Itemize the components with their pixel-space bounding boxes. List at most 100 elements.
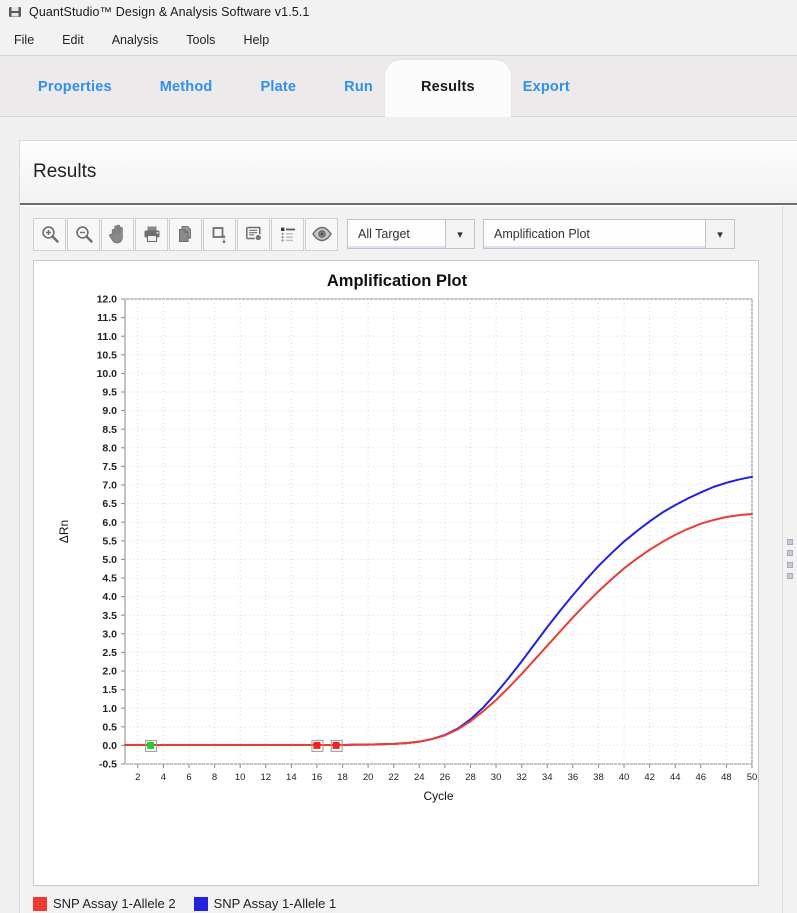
chart-legend: SNP Assay 1-Allele 2 SNP Assay 1-Allele …: [33, 896, 797, 911]
target-select-value: All Target: [358, 227, 410, 241]
application-window: QuantStudio™ Design & Analysis Software …: [0, 0, 797, 913]
y-tick-label: -0.5: [99, 759, 117, 771]
x-tick-label: 24: [414, 772, 425, 783]
tab-properties[interactable]: Properties: [14, 56, 136, 117]
x-tick-label: 38: [593, 772, 604, 783]
plot-type-select[interactable]: Amplification Plot ▾: [483, 219, 735, 249]
y-tick-label: 8.5: [102, 424, 117, 436]
y-tick-label: 4.5: [102, 573, 117, 585]
y-tick-label: 3.0: [102, 628, 117, 640]
panel-body: All Target ▾ Amplification Plot ▾ ‹ › Am…: [20, 207, 797, 913]
x-tick-label: 26: [440, 772, 451, 783]
x-tick-label: 42: [644, 772, 655, 783]
y-tick-label: 11.0: [97, 331, 117, 343]
copy-icon: [176, 224, 196, 244]
x-tick-label: 28: [465, 772, 476, 783]
x-tick-label: 14: [286, 772, 297, 783]
y-tick-label: 6.5: [102, 498, 117, 510]
right-panel-splitter[interactable]: [782, 206, 797, 913]
menu-item-help[interactable]: Help: [229, 29, 283, 51]
x-tick-label: 4: [161, 772, 166, 783]
report-button[interactable]: [237, 217, 270, 251]
amplification-plot-card: Amplification Plot -0.5 0.0 0.5 1.0 1.5 2.0 2.…: [33, 260, 759, 886]
page-title: Results: [33, 161, 97, 182]
x-tick-label: 22: [388, 772, 399, 783]
x-tick-label: 46: [696, 772, 707, 783]
plot-area: [124, 298, 753, 765]
main-tab-bar: Properties Method Plate Run Results Expo…: [0, 56, 797, 117]
title-bar: QuantStudio™ Design & Analysis Software …: [0, 0, 797, 24]
target-select[interactable]: All Target ▾: [347, 219, 475, 249]
x-tick-label: 2: [135, 772, 140, 783]
plot-type-select-value: Amplification Plot: [494, 227, 590, 241]
pan-hand-icon: [107, 223, 129, 245]
chevron-down-icon[interactable]: ▾: [705, 220, 734, 248]
y-tick-label: 0.5: [102, 721, 117, 733]
y-tick-label: 7.0: [102, 480, 117, 492]
x-tick-label: 30: [491, 772, 502, 783]
y-tick-label: 9.0: [102, 405, 117, 417]
x-tick-label: 34: [542, 772, 553, 783]
menu-item-analysis[interactable]: Analysis: [98, 29, 173, 51]
y-tick-label: 11.5: [97, 312, 117, 324]
y-tick-label: 7.5: [102, 461, 117, 473]
x-tick-label: 20: [363, 772, 374, 783]
x-tick-label: 10: [235, 772, 246, 783]
window-title: QuantStudio™ Design & Analysis Software …: [29, 5, 310, 19]
zoom-out-button[interactable]: [67, 217, 100, 251]
visibility-button[interactable]: [305, 217, 338, 251]
menu-item-edit[interactable]: Edit: [48, 29, 98, 51]
splitter-grip-icon[interactable]: [786, 536, 794, 582]
results-panel: Results All Target ▾ Amplification Plot …: [19, 140, 797, 913]
tab-plate[interactable]: Plate: [236, 56, 320, 117]
report-icon: [244, 224, 264, 244]
baseline-end-marker-2: [332, 741, 340, 749]
legend-label-allele2: SNP Assay 1-Allele 2: [53, 896, 176, 911]
export-image-icon: [210, 224, 230, 244]
legend-item-allele1[interactable]: SNP Assay 1-Allele 1: [193, 896, 337, 911]
copy-button[interactable]: [169, 217, 202, 251]
x-tick-label: 44: [670, 772, 681, 783]
x-tick-label: 32: [516, 772, 527, 783]
legend-swatch-allele1: [193, 896, 208, 911]
disk-icon: [8, 5, 22, 19]
list-icon: [278, 224, 298, 244]
amplification-plot-svg[interactable]: -0.5 0.0 0.5 1.0 1.5 2.0 2.5 3.0 3.5 4.0 4.5 5.0 5.5…: [34, 261, 760, 887]
eye-icon: [311, 224, 333, 244]
zoom-out-icon: [74, 224, 94, 244]
list-button[interactable]: [271, 217, 304, 251]
x-tick-label: 12: [260, 772, 271, 783]
plot-toolbar: All Target ▾ Amplification Plot ▾ ‹ ›: [33, 215, 797, 251]
menu-item-tools[interactable]: Tools: [172, 29, 229, 51]
zoom-in-icon: [40, 224, 60, 244]
tab-export[interactable]: Export: [499, 56, 594, 117]
tab-method[interactable]: Method: [136, 56, 237, 117]
legend-swatch-allele2: [33, 896, 47, 911]
panel-header: Results: [20, 141, 797, 205]
x-tick-label: 36: [568, 772, 579, 783]
y-tick-label: 6.0: [102, 517, 117, 529]
print-button[interactable]: [135, 217, 168, 251]
y-tick-label: 3.5: [102, 610, 117, 622]
pan-button[interactable]: [101, 217, 134, 251]
legend-item-allele2[interactable]: SNP Assay 1-Allele 2: [33, 896, 176, 911]
y-tick-label: 8.0: [102, 442, 117, 454]
y-tick-label: 10.5: [97, 349, 118, 361]
x-tick-label: 50: [747, 772, 758, 783]
tab-results[interactable]: Results: [384, 56, 511, 117]
menu-item-file[interactable]: File: [0, 29, 48, 51]
legend-label-allele1: SNP Assay 1-Allele 1: [213, 896, 337, 911]
y-tick-label: 1.0: [102, 703, 117, 715]
x-tick-label: 8: [212, 772, 217, 783]
y-tick-label: 5.0: [102, 554, 117, 566]
y-tick-label: 5.5: [102, 535, 117, 547]
x-tick-label: 6: [186, 772, 191, 783]
zoom-in-button[interactable]: [33, 217, 66, 251]
y-tick-label: 2.5: [102, 647, 117, 659]
y-axis-label: ΔRn: [57, 520, 71, 543]
x-tick-label: 18: [337, 772, 348, 783]
y-tick-label: 9.5: [102, 387, 117, 399]
chevron-down-icon[interactable]: ▾: [445, 220, 474, 248]
y-tick-label: 1.5: [102, 684, 117, 696]
export-image-button[interactable]: [203, 217, 236, 251]
